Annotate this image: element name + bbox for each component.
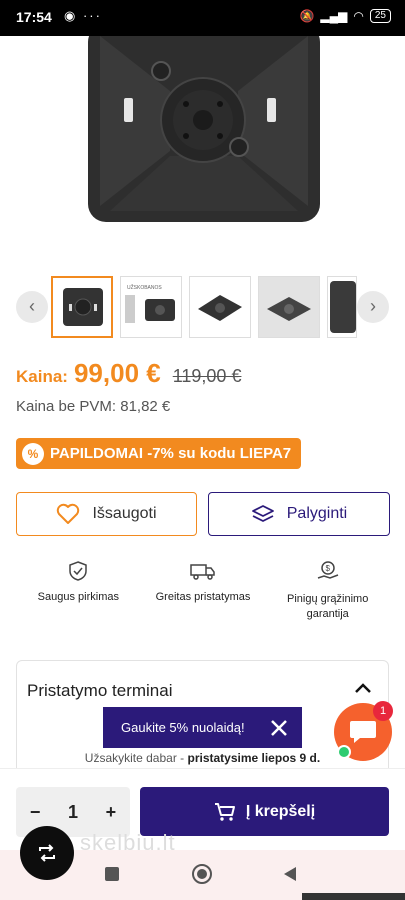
increase-button[interactable]: + [106, 802, 117, 823]
feature-label: Pinigų grąžinimo garantija [287, 593, 369, 620]
shield-check-icon [69, 561, 88, 581]
discount-popup-text: Gaukite 5% nuolaidą! [121, 720, 245, 735]
features-row: Saugus pirkimas Greitas pristatymas $ Pi… [16, 560, 390, 630]
promo-badge: % PAPILDOMAI -7% su kodu LIEPA7 [16, 438, 302, 469]
feature-label: Saugus pirkimas [37, 591, 119, 603]
battery-icon: 25 [369, 9, 391, 23]
next-image-button[interactable]: › [357, 291, 389, 323]
status-bar: 17:54 ◉ ··· 🔕 ▂▄▆ ◠ 25 [0, 0, 405, 36]
layers-icon [251, 505, 274, 522]
thumbnail-strip: ‹ UŽSKOBANOS › [0, 272, 405, 342]
thumbnail-4[interactable] [258, 276, 320, 338]
compare-button[interactable]: Palyginti [208, 492, 390, 536]
price-value: 99,00 € [73, 358, 161, 388]
feature-money-back: $ Pinigų grąžinimo garantija [265, 560, 390, 630]
discount-popup[interactable]: Gaukite 5% nuolaidą! [103, 707, 302, 748]
signal-icon: ▂▄▆ [320, 9, 348, 23]
mute-icon: 🔕 [299, 9, 315, 23]
price-label: Kaina: [16, 367, 68, 386]
feature-label: Greitas pristatymas [155, 591, 251, 603]
money-back-icon: $ [317, 561, 338, 579]
decrease-button[interactable]: − [30, 802, 41, 823]
status-right-icons: 🔕 ▂▄▆ ◠ 25 [299, 9, 391, 23]
svg-text:$: $ [325, 564, 330, 573]
thumbnail-3[interactable] [189, 276, 251, 338]
thumbnail-2[interactable]: UŽSKOBANOS [120, 276, 182, 338]
feature-secure-purchase: Saugus pirkimas [16, 560, 141, 630]
heart-icon [57, 503, 80, 524]
price-without-vat: Kaina be PVM: 81,82 € [16, 398, 171, 415]
delivery-estimate: Užsakykite dabar - pristatysime liepos 9… [84, 751, 321, 765]
compare-label: Palyginti [286, 505, 348, 522]
save-label: Išsaugoti [92, 505, 157, 522]
add-to-cart-label: Į krepšelį [245, 802, 316, 820]
feature-fast-delivery: Greitas pristatymas [141, 560, 266, 630]
thumbnail-5[interactable] [327, 276, 357, 338]
chevron-up-icon[interactable] [354, 681, 372, 695]
close-icon[interactable] [270, 719, 288, 737]
home-icon[interactable] [192, 864, 212, 884]
product-main-image[interactable] [0, 36, 405, 270]
truck-icon [190, 564, 215, 580]
delivery-terms-title[interactable]: Pristatymo terminai [27, 681, 172, 701]
wifi-icon: ◠ [353, 9, 364, 23]
chat-unread-badge: 1 [373, 701, 393, 721]
quantity-value[interactable]: 1 [68, 802, 78, 823]
promo-text: PAPILDOMAI -7% su kodu LIEPA7 [50, 445, 292, 462]
chat-icon [350, 721, 376, 743]
cart-icon [214, 802, 235, 821]
status-time: 17:54 [16, 9, 52, 25]
save-button[interactable]: Išsaugoti [16, 492, 197, 536]
watermark: skelbiu.lt [80, 830, 176, 855]
back-icon[interactable] [282, 866, 298, 882]
price-row: Kaina: 99,00 € 119,00 € [16, 358, 241, 389]
floating-share-button[interactable] [20, 826, 74, 880]
screen-edge-bar [302, 893, 405, 900]
prev-image-button[interactable]: ‹ [16, 291, 48, 323]
notification-icons: ◉ ··· [64, 8, 102, 23]
repost-icon [39, 844, 55, 862]
thumbnail-1[interactable] [51, 276, 113, 338]
recent-apps-icon[interactable] [105, 867, 119, 881]
add-to-cart-button[interactable]: Į krepšelį [140, 787, 389, 836]
online-indicator [337, 745, 351, 759]
tag-icon: % [22, 442, 44, 465]
old-price: 119,00 € [172, 366, 242, 386]
